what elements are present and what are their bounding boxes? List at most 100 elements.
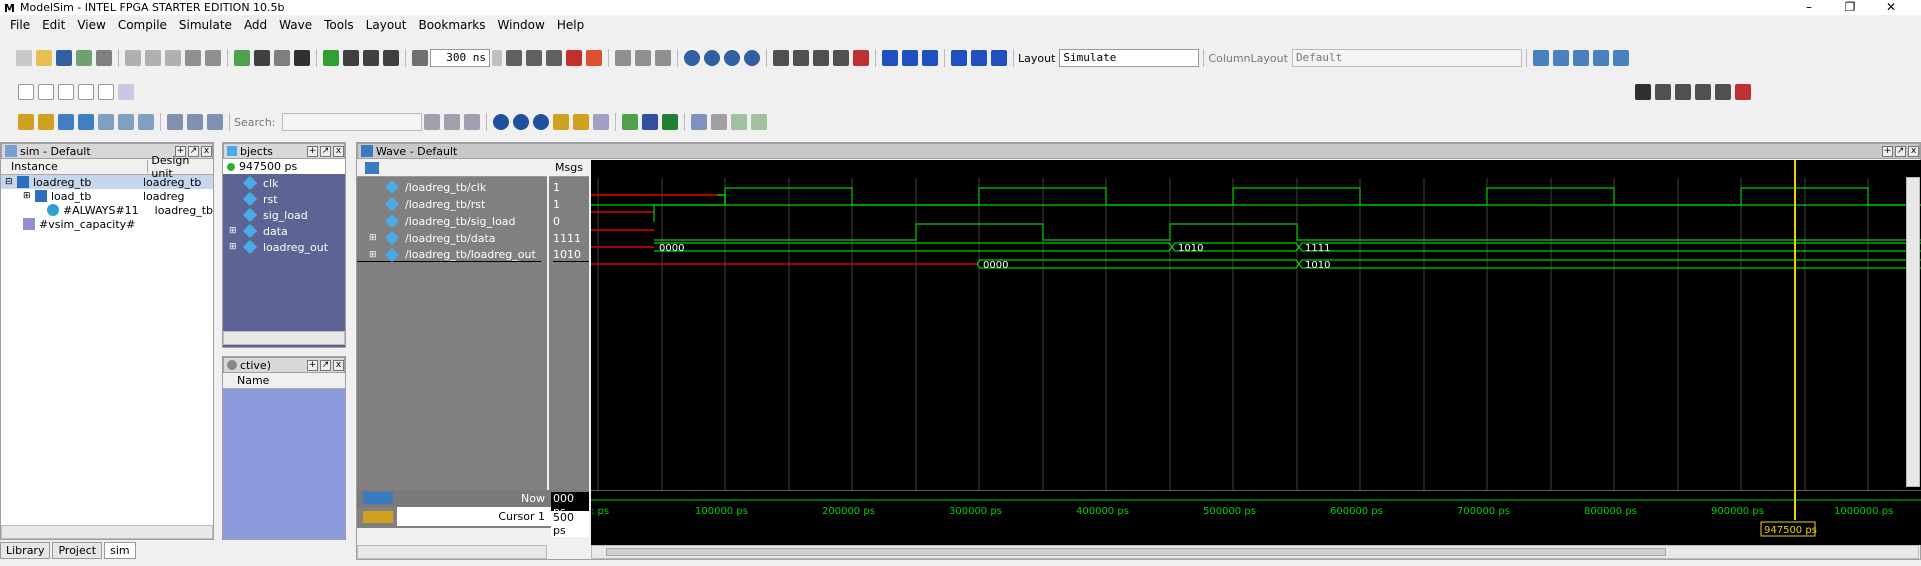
close-panel-icon[interactable]: x [1908, 145, 1919, 157]
menu-wave[interactable]: Wave [273, 18, 318, 32]
menu-tools[interactable]: Tools [318, 18, 360, 32]
zoom-full-icon[interactable] [532, 114, 549, 130]
wave-signal[interactable]: ⊞/loadreg_tb/loadreg_out [357, 247, 541, 262]
name-column[interactable]: Name [223, 374, 269, 387]
step-up-icon[interactable] [991, 50, 1007, 66]
prev-falling-icon[interactable] [98, 114, 114, 130]
layout-icon[interactable] [1532, 50, 1549, 66]
menu-view[interactable]: View [71, 18, 111, 32]
menu-compile[interactable]: Compile [112, 18, 173, 32]
close-panel-icon[interactable]: x [333, 359, 344, 371]
dock-icon[interactable]: + [307, 359, 318, 371]
menu-help[interactable]: Help [551, 18, 590, 32]
gear-icon[interactable] [684, 50, 700, 66]
memory-icon[interactable] [773, 50, 789, 66]
level-zero-icon[interactable] [38, 84, 54, 100]
wave-format-icon[interactable] [710, 114, 727, 130]
step-out-icon[interactable] [922, 50, 938, 66]
copy-icon[interactable] [145, 50, 161, 66]
menu-edit[interactable]: Edit [36, 18, 71, 32]
menu-add[interactable]: Add [238, 18, 273, 32]
level-one-icon[interactable] [18, 84, 34, 100]
dock-icon[interactable]: + [307, 145, 318, 157]
restart-icon[interactable] [412, 50, 428, 66]
close-panel-icon[interactable]: x [333, 145, 344, 157]
edit-mode-icon[interactable] [1695, 84, 1711, 100]
cursor-add-icon[interactable] [18, 114, 34, 130]
tree-row[interactable]: ⊟ loadreg_tb loadreg_tb [1, 175, 213, 189]
wave-signal[interactable]: ⊞/loadreg_tb/data [357, 230, 547, 246]
print-icon[interactable] [96, 50, 112, 66]
prev-edge-icon[interactable] [58, 114, 74, 130]
step-over-icon[interactable] [635, 50, 651, 66]
zoom-mode-icon[interactable] [1655, 84, 1671, 100]
menu-simulate[interactable]: Simulate [173, 18, 238, 32]
gear-icon[interactable] [724, 50, 740, 66]
wave-vscroll[interactable] [1906, 177, 1920, 487]
compile-icon[interactable] [234, 50, 250, 66]
run-length-input[interactable]: 300 ns [430, 49, 490, 67]
lock-cursor-icon[interactable] [363, 511, 393, 523]
insert-icon[interactable] [167, 114, 183, 130]
undock-icon[interactable]: ↗ [320, 145, 331, 157]
dataflow-icon[interactable] [793, 50, 809, 66]
step-down-icon[interactable] [951, 50, 967, 66]
tree-row[interactable]: #vsim_capacity# [1, 217, 213, 231]
level-z-icon[interactable] [78, 84, 94, 100]
pan-mode-icon[interactable] [1675, 84, 1691, 100]
gear-icon[interactable] [704, 50, 720, 66]
modelsim-icon[interactable] [294, 50, 310, 66]
reload-icon[interactable] [76, 50, 92, 66]
level-all-icon[interactable] [98, 84, 114, 100]
find-next-icon[interactable] [274, 50, 290, 66]
close-icon[interactable]: ✕ [1871, 0, 1911, 15]
next-falling-icon[interactable] [118, 114, 134, 130]
select-mode-icon[interactable] [1635, 84, 1651, 100]
tab-project[interactable]: Project [52, 541, 103, 559]
clear-icon[interactable] [853, 50, 869, 66]
level-x-icon[interactable] [58, 84, 74, 100]
undock-icon[interactable]: ↗ [320, 359, 331, 371]
forward-arrow-icon[interactable] [383, 50, 399, 66]
menu-bookmarks[interactable]: Bookmarks [412, 18, 491, 32]
wave-format-icon[interactable] [730, 114, 747, 130]
wave-signal[interactable]: /loadreg_tb/sig_load [357, 213, 547, 229]
break-icon[interactable] [566, 50, 582, 66]
name-hscroll[interactable] [357, 545, 547, 559]
prev-rising-icon[interactable] [138, 114, 154, 130]
cursor-delete-icon[interactable] [38, 114, 54, 130]
tree-row[interactable]: ⊞ load_tb loadreg [1, 189, 213, 203]
cut-icon[interactable] [125, 50, 141, 66]
add-wave-icon[interactable] [323, 50, 339, 66]
undock-icon[interactable]: ↗ [1895, 145, 1906, 157]
spin-icon[interactable] [492, 50, 502, 66]
expand-icon[interactable] [207, 114, 223, 130]
menu-layout[interactable]: Layout [360, 18, 413, 32]
wave-signal[interactable]: /loadreg_tb/rst [357, 196, 547, 212]
sim-hscroll[interactable] [1, 525, 213, 539]
wave-format-icon[interactable] [750, 114, 767, 130]
layout-icon[interactable] [1592, 50, 1609, 66]
run-icon[interactable] [506, 50, 522, 66]
schematic-icon[interactable] [813, 50, 829, 66]
instance-column[interactable]: Instance [1, 160, 149, 173]
continue-icon[interactable] [526, 50, 542, 66]
zoom-out-icon[interactable] [512, 114, 529, 130]
menu-file[interactable]: File [4, 18, 36, 32]
sort-icon[interactable] [365, 162, 379, 174]
delete-icon[interactable] [187, 114, 203, 130]
step-icon[interactable] [615, 50, 631, 66]
layout-icon[interactable] [1572, 50, 1589, 66]
new-file-icon[interactable] [16, 50, 32, 66]
wave-format-icon[interactable] [641, 114, 658, 130]
measure-mode-icon[interactable] [1715, 84, 1731, 100]
object-item[interactable]: ⊞ data [223, 223, 345, 239]
back-arrow-icon[interactable] [363, 50, 379, 66]
stop-wave-icon[interactable] [1735, 84, 1751, 100]
search-next-icon[interactable] [443, 114, 460, 130]
up-arrow-icon[interactable] [343, 50, 359, 66]
open-folder-icon[interactable] [36, 50, 52, 66]
tab-library[interactable]: Library [0, 541, 51, 559]
layout-select[interactable]: Simulate [1059, 49, 1200, 67]
tree-row[interactable]: #ALWAYS#11 loadreg_tb [1, 203, 213, 217]
